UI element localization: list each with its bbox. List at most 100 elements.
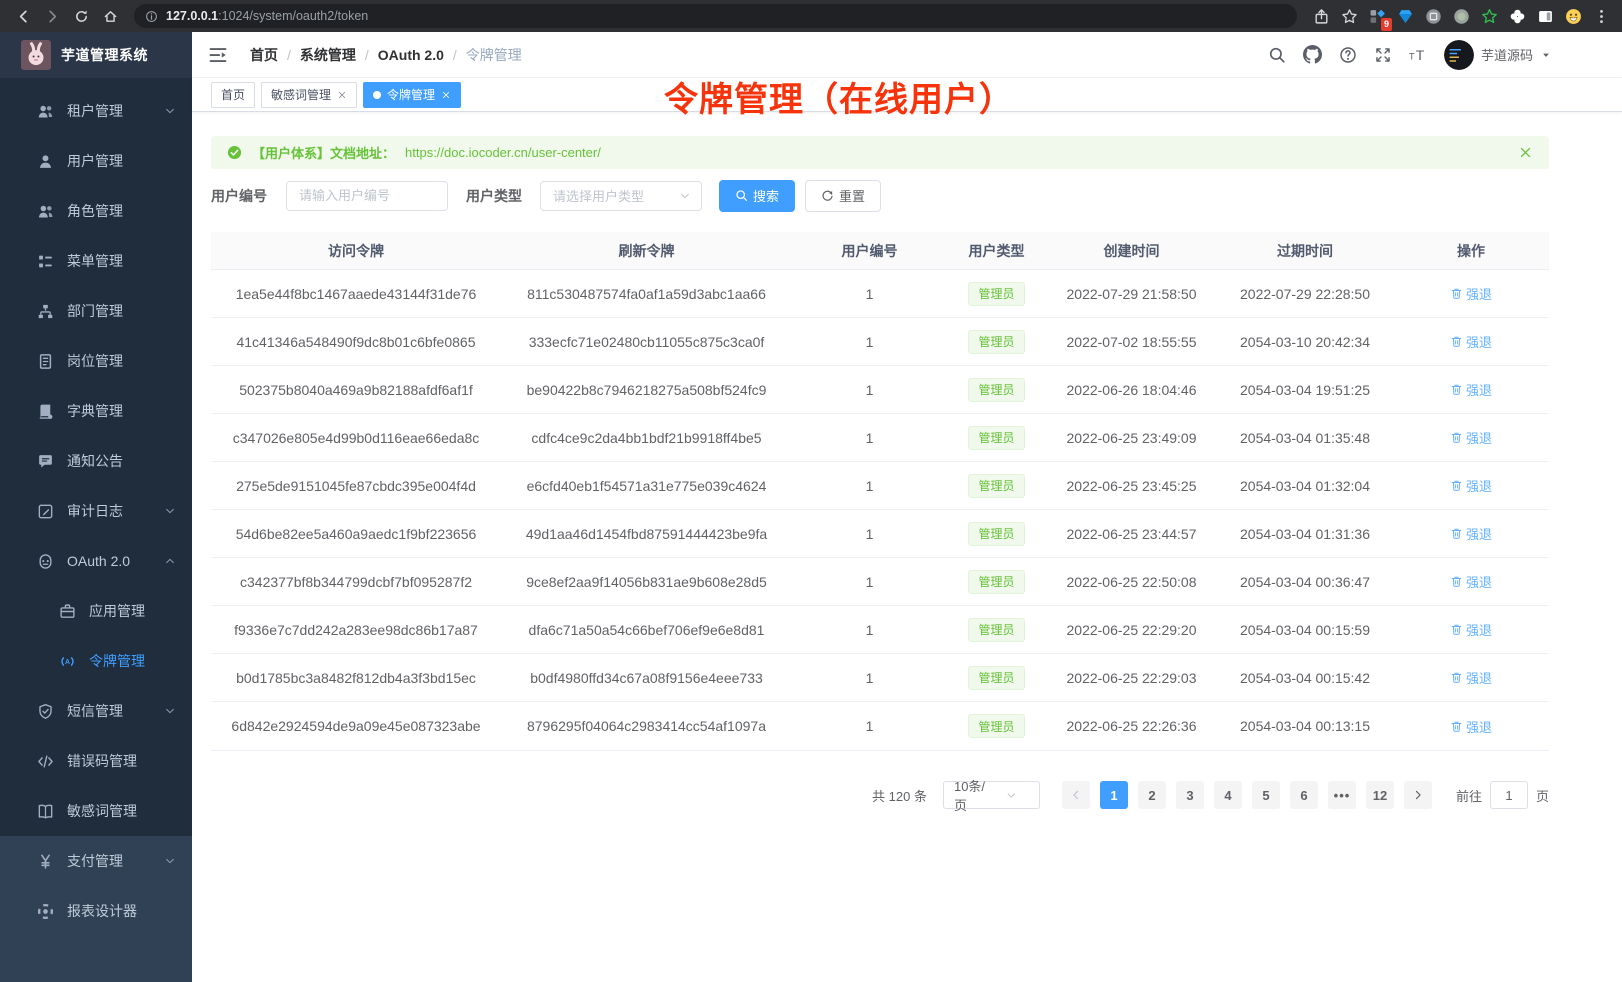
browser-reload-button[interactable] [68, 3, 95, 30]
site-info-icon[interactable] [145, 10, 158, 23]
sidebar-item-应用管理[interactable]: 应用管理 [0, 586, 192, 636]
page-button-5[interactable]: 5 [1252, 781, 1280, 809]
page-button-3[interactable]: 3 [1176, 781, 1204, 809]
sidebar-item-菜单管理[interactable]: 菜单管理 [0, 236, 192, 286]
expires-at-cell: 2054-03-04 01:35:48 [1217, 430, 1393, 446]
share-button[interactable] [1311, 6, 1332, 27]
breadcrumb-item[interactable]: 首页 [250, 45, 278, 65]
gem-extension-button[interactable] [1395, 6, 1416, 27]
check-circle-icon [227, 145, 242, 160]
page-size-select[interactable]: 10条/页 [943, 781, 1040, 809]
app-icon [59, 603, 76, 620]
sidebar-item-短信管理[interactable]: 短信管理 [0, 686, 192, 736]
sidebar-item-错误码管理[interactable]: 错误码管理 [0, 736, 192, 786]
sidebar-item-报表设计器[interactable]: 报表设计器 [0, 886, 192, 936]
browser-menu-button[interactable] [1591, 6, 1612, 27]
fullscreen-icon[interactable] [1374, 46, 1392, 64]
tab-label: 敏感词管理 [271, 86, 331, 103]
sidebar-item-岗位管理[interactable]: 岗位管理 [0, 336, 192, 386]
gray-circle-extension-button[interactable] [1423, 6, 1444, 27]
force-logout-button[interactable]: 强退 [1450, 284, 1492, 303]
page-button-4[interactable]: 4 [1214, 781, 1242, 809]
tab-令牌管理[interactable]: 令牌管理 [363, 82, 461, 108]
reset-button[interactable]: 重置 [805, 180, 881, 212]
column-header: 过期时间 [1217, 241, 1393, 261]
sidebar-item-字典管理[interactable]: 字典管理 [0, 386, 192, 436]
header-search-icon[interactable] [1268, 46, 1286, 64]
github-icon[interactable] [1303, 45, 1322, 64]
payment-icon [37, 853, 54, 870]
doc-link[interactable]: https://doc.iocoder.cn/user-center/ [405, 145, 601, 160]
table-row: 502375b8040a469a9b82188afdf6af1fbe90422b… [211, 366, 1549, 414]
user-name: 芋道源码 [1481, 45, 1533, 64]
page-button-1[interactable]: 1 [1100, 781, 1128, 809]
tab-敏感词管理[interactable]: 敏感词管理 [261, 82, 357, 108]
splitview-icon [1537, 8, 1554, 25]
force-logout-button[interactable]: 强退 [1450, 572, 1492, 591]
pinwheel-extension-button[interactable] [1507, 6, 1528, 27]
extension-grid-button[interactable]: 9 [1367, 6, 1388, 27]
access-token-cell: c342377bf8b344799dcbf7bf095287f2 [211, 574, 501, 590]
sidebar-toggle-button[interactable] [208, 45, 228, 65]
browser-forward-button[interactable] [39, 3, 66, 30]
sidebar-menu: 租户管理用户管理角色管理菜单管理部门管理岗位管理字典管理通知公告审计日志OAut… [0, 78, 192, 982]
user-type-select[interactable]: 请选择用户类型 [540, 181, 702, 211]
user-menu[interactable]: 芋道源码 [1444, 40, 1552, 70]
font-size-icon[interactable]: TT [1409, 46, 1427, 64]
force-logout-button[interactable]: 强退 [1450, 717, 1492, 736]
force-logout-button[interactable]: 强退 [1450, 668, 1492, 687]
sidebar-item-租户管理[interactable]: 租户管理 [0, 86, 192, 136]
force-logout-button[interactable]: 强退 [1450, 332, 1492, 351]
green-star-extension-button[interactable] [1479, 6, 1500, 27]
created-at-cell: 2022-06-25 22:29:20 [1046, 622, 1217, 638]
sidebar-item-审计日志[interactable]: 审计日志 [0, 486, 192, 536]
sidebar-item-通知公告[interactable]: 通知公告 [0, 436, 192, 486]
trash-icon [1450, 623, 1463, 636]
page-ellipsis[interactable]: ••• [1328, 781, 1356, 809]
force-logout-button[interactable]: 强退 [1450, 428, 1492, 447]
address-bar[interactable]: 127.0.0.1:1024/system/oauth2/token [134, 4, 1297, 28]
tab-close-icon[interactable] [337, 90, 347, 100]
access-token-cell: 502375b8040a469a9b82188afdf6af1f [211, 382, 501, 398]
prev-page-button[interactable] [1062, 781, 1090, 809]
sidebar-item-令牌管理[interactable]: A令牌管理 [0, 636, 192, 686]
app-title: 芋道管理系统 [61, 45, 148, 65]
sidebar-item-用户管理[interactable]: 用户管理 [0, 136, 192, 186]
force-logout-button[interactable]: 强退 [1450, 380, 1492, 399]
breadcrumb-item[interactable]: 系统管理 [300, 45, 356, 65]
sidebar-item-部门管理[interactable]: 部门管理 [0, 286, 192, 336]
help-icon[interactable] [1339, 46, 1357, 64]
sidebar-item-角色管理[interactable]: 角色管理 [0, 186, 192, 236]
bookmark-button[interactable] [1339, 6, 1360, 27]
search-button[interactable]: 搜索 [719, 180, 795, 212]
sidebar-item-OAuth 2.0[interactable]: OAuth 2.0 [0, 536, 192, 586]
tab-首页[interactable]: 首页 [211, 82, 255, 108]
sidebar-item-敏感词管理[interactable]: 敏感词管理 [0, 786, 192, 836]
sidebar-item-支付管理[interactable]: 支付管理 [0, 836, 192, 886]
tab-close-icon[interactable] [441, 90, 451, 100]
force-logout-button[interactable]: 强退 [1450, 620, 1492, 639]
browser-home-button[interactable] [97, 3, 124, 30]
force-logout-button[interactable]: 强退 [1450, 524, 1492, 543]
user-type-cell: 管理员 [947, 618, 1046, 642]
page-button-12[interactable]: 12 [1366, 781, 1394, 809]
app-logo[interactable]: 芋道管理系统 [0, 32, 192, 78]
emoji-extension-button[interactable] [1563, 6, 1584, 27]
user-type-placeholder: 请选择用户类型 [553, 186, 679, 205]
next-page-button[interactable] [1404, 781, 1432, 809]
user-id-input[interactable] [286, 181, 448, 211]
dot-circle-extension-button[interactable] [1451, 6, 1472, 27]
page-button-6[interactable]: 6 [1290, 781, 1318, 809]
alert-close-icon[interactable] [1518, 145, 1533, 160]
breadcrumb-item[interactable]: OAuth 2.0 [378, 47, 444, 63]
pinwheel-icon [1509, 8, 1526, 25]
force-logout-button[interactable]: 强退 [1450, 476, 1492, 495]
dictionary-icon [37, 403, 54, 420]
goto-page-input[interactable] [1490, 781, 1528, 809]
page-button-2[interactable]: 2 [1138, 781, 1166, 809]
refresh-token-cell: 49d1aa46d1454fbd87591444423be9fa [501, 526, 792, 542]
sidebar-item-label: 短信管理 [67, 701, 151, 721]
browser-back-button[interactable] [10, 3, 37, 30]
splitview-extension-button[interactable] [1535, 6, 1556, 27]
goto-label: 前往 [1456, 786, 1482, 805]
